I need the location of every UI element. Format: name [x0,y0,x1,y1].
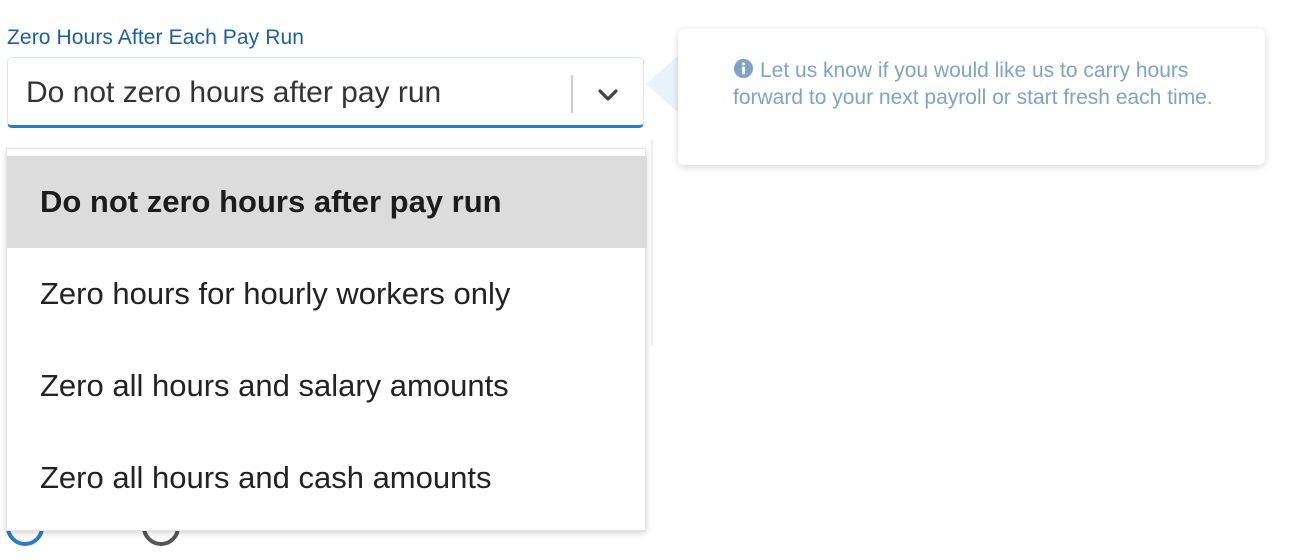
payroll-settings-screen: Zero Hours After Each Pay Run Do not zer… [0,0,1306,560]
select-indicator-separator [571,75,573,113]
dropdown-option[interactable]: Zero hours for hourly workers only [7,248,647,340]
dropdown-option[interactable]: Zero all hours and cash amounts [7,432,647,524]
zero-hours-field-label: Zero Hours After Each Pay Run [7,26,305,49]
help-callout: Let us know if you would like us to carr… [678,29,1265,165]
help-text: Let us know if you would like us to carr… [733,59,1213,109]
dropdown-option[interactable]: Do not zero hours after pay run [7,156,647,248]
dropdown-option[interactable]: Zero all hours and salary amounts [7,340,647,432]
zero-hours-dropdown-menu: Do not zero hours after pay run Zero hou… [6,148,647,531]
help-text-block: Let us know if you would like us to carr… [733,57,1243,111]
zero-hours-select[interactable]: Do not zero hours after pay run [7,57,644,128]
info-circle-icon [733,58,754,79]
help-callout-pointer [646,54,680,114]
panel-divider [651,140,653,345]
select-current-value: Do not zero hours after pay run [26,76,442,109]
chevron-down-icon[interactable] [593,80,623,110]
